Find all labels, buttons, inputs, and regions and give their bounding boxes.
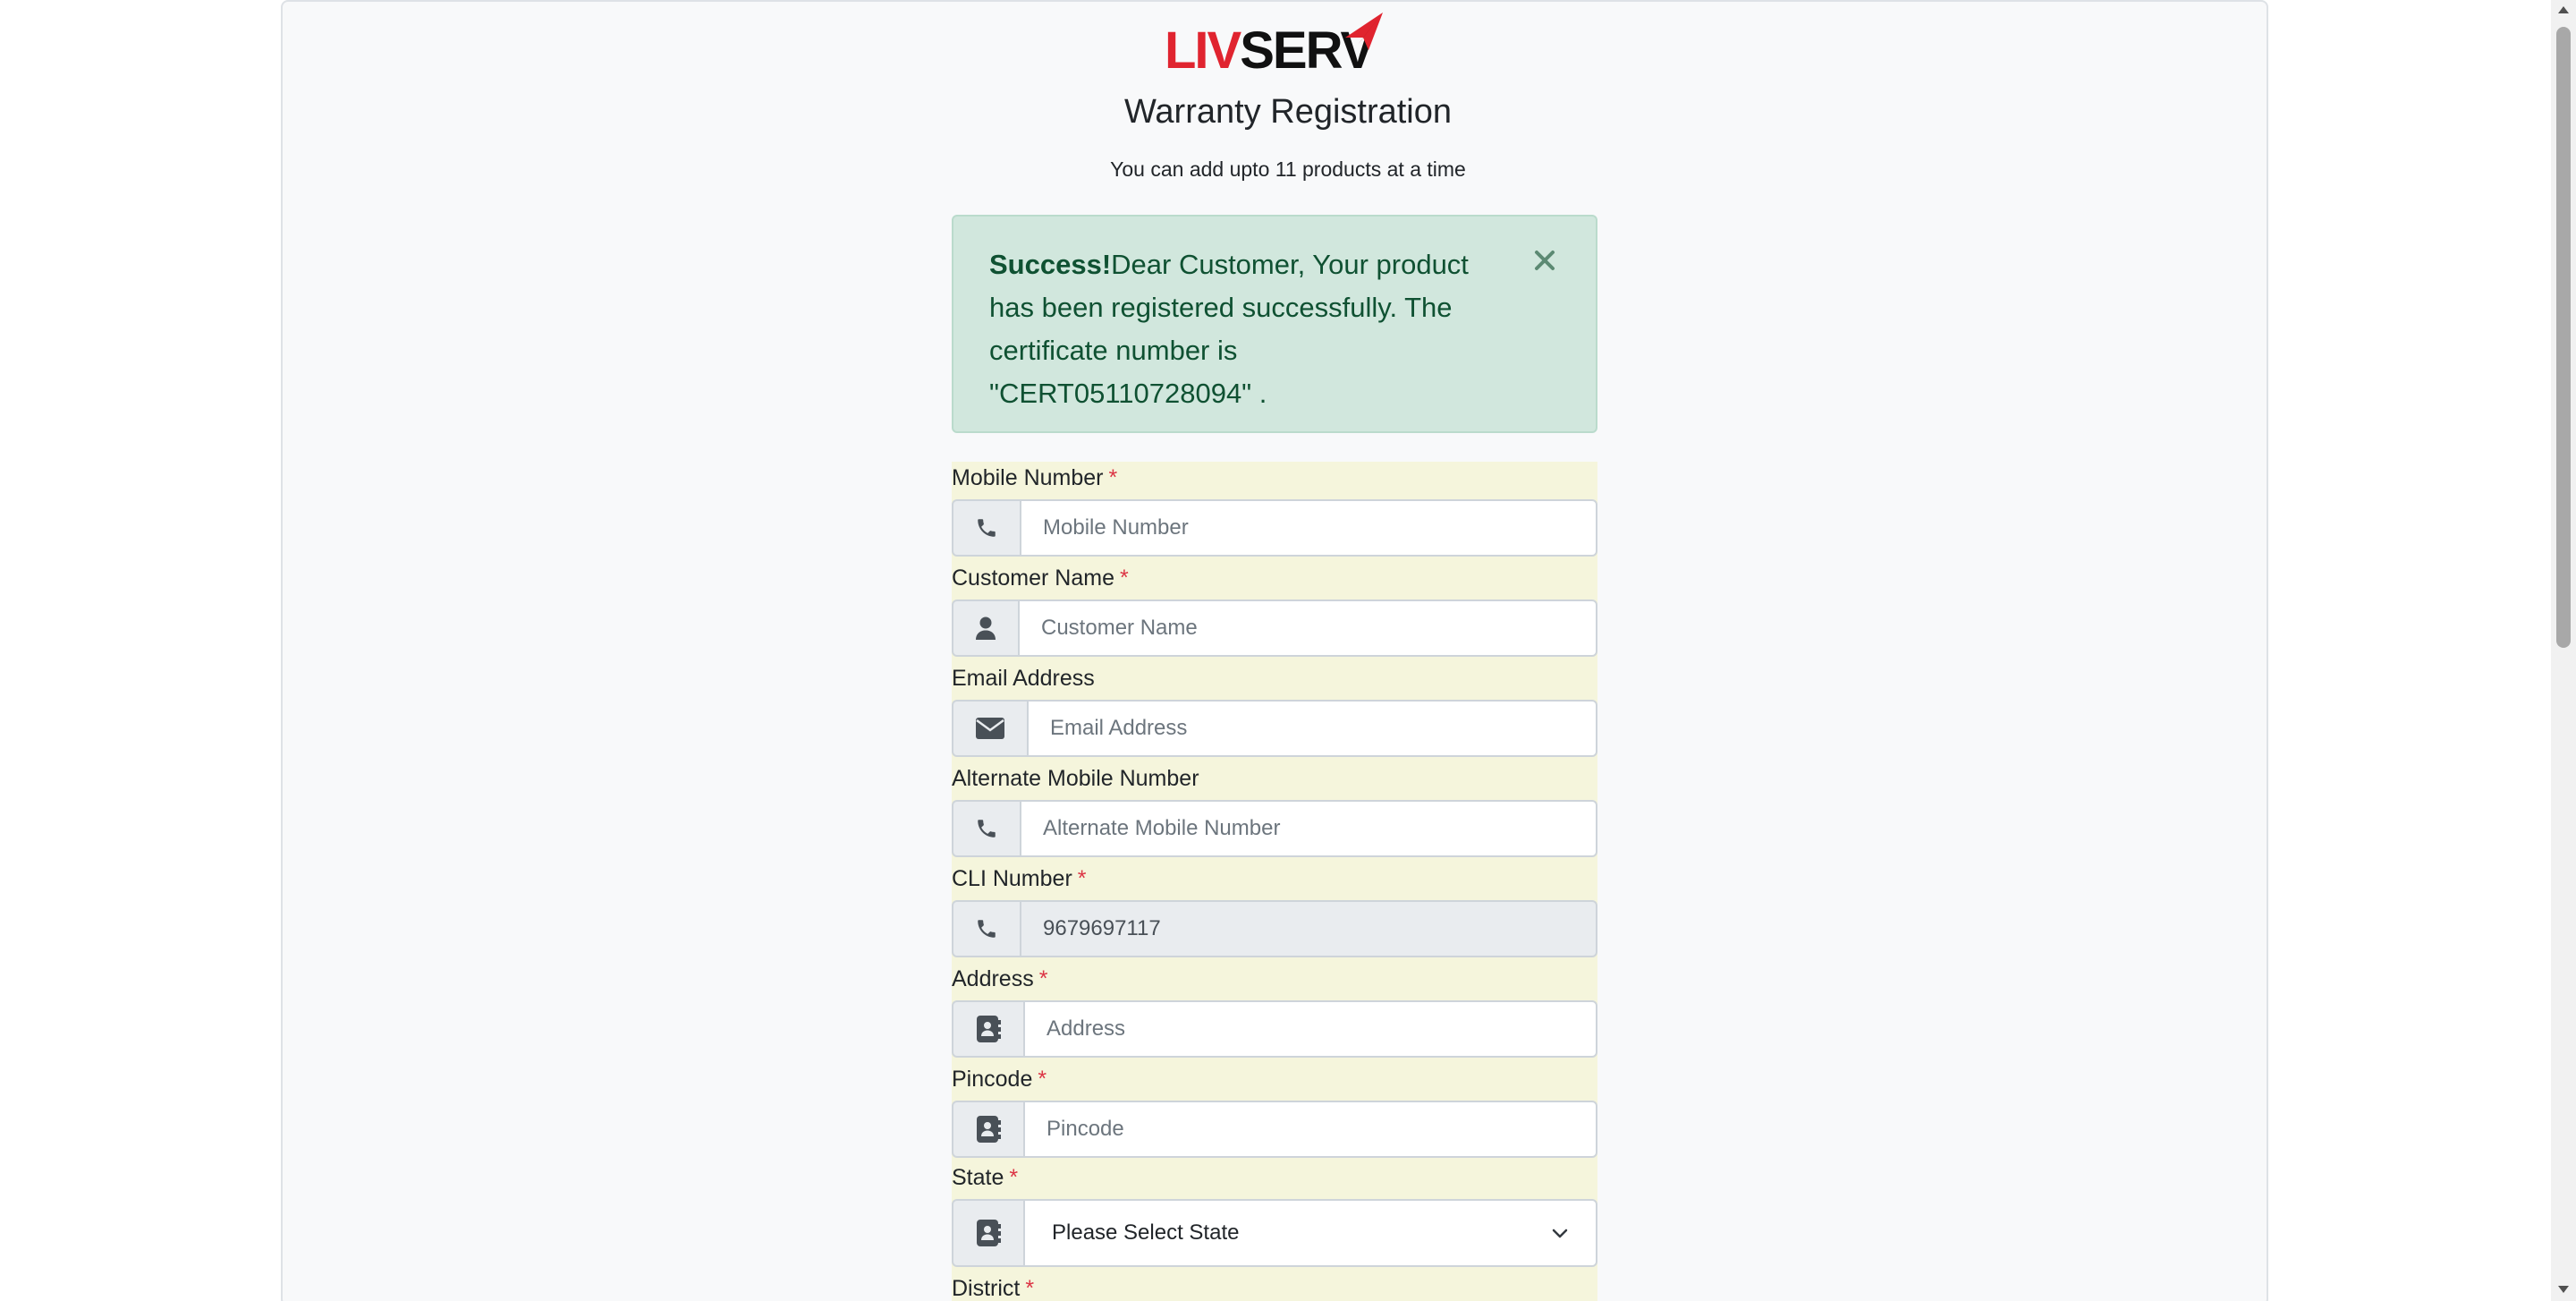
address-group: Address * Address: [952, 966, 1597, 1067]
user-icon: [952, 599, 1018, 657]
state-selected-value: Please Select State: [1052, 1220, 1240, 1245]
alternate-mobile-input[interactable]: Alternate Mobile Number: [1020, 800, 1597, 857]
page: LIVSERV Warranty Registration You can ad…: [0, 0, 2576, 1301]
customer-name-input-group: Customer Name: [952, 599, 1597, 657]
state-input-group: Please Select State: [952, 1199, 1597, 1267]
customer-name-group: Customer Name * Customer Name: [952, 565, 1597, 666]
paper-plane-icon: [1345, 13, 1383, 50]
page-subtitle: You can add upto 11 products at a time: [1110, 157, 1466, 181]
address-input[interactable]: Address: [1023, 1000, 1597, 1058]
mobile-input-group: Mobile Number: [952, 499, 1597, 557]
alt-mobile-group: Alternate Mobile Number Alternate Mobile…: [952, 766, 1597, 866]
envelope-icon: [952, 700, 1027, 757]
pincode-input[interactable]: Pincode: [1023, 1101, 1597, 1158]
cli-group: CLI Number * 9679697117: [952, 866, 1597, 966]
mobile-label: Mobile Number *: [952, 465, 1117, 491]
mobile-number-input[interactable]: Mobile Number: [1020, 499, 1597, 557]
state-label: State *: [952, 1165, 1018, 1191]
alt-mobile-label-text: Alternate Mobile Number: [952, 766, 1199, 791]
email-group: Email Address Email Address: [952, 666, 1597, 766]
cli-label: CLI Number *: [952, 866, 1087, 892]
scroll-up-arrow-icon[interactable]: [2557, 5, 2570, 14]
alt-mobile-input-group: Alternate Mobile Number: [952, 800, 1597, 857]
cli-number-input: 9679697117: [1020, 900, 1597, 957]
state-select[interactable]: Please Select State: [1023, 1199, 1597, 1267]
customer-name-label: Customer Name *: [952, 565, 1129, 591]
address-input-group: Address: [952, 1000, 1597, 1058]
customer-name-label-text: Customer Name: [952, 565, 1114, 591]
cli-label-text: CLI Number: [952, 866, 1072, 891]
district-label: District *: [952, 1276, 1034, 1301]
scroll-down-arrow-icon[interactable]: [2557, 1285, 2570, 1294]
required-marker: *: [1009, 1165, 1019, 1190]
email-input-group: Email Address: [952, 700, 1597, 757]
required-marker: *: [1038, 966, 1048, 991]
required-marker: *: [1120, 565, 1129, 591]
required-marker: *: [1038, 1067, 1047, 1092]
mobile-group: Mobile Number * Mobile Number: [952, 465, 1597, 565]
required-marker: *: [1108, 465, 1118, 490]
chevron-down-icon: [1552, 1229, 1568, 1238]
district-group: District *: [952, 1276, 1597, 1301]
pincode-label: Pincode *: [952, 1067, 1046, 1093]
customer-name-input[interactable]: Customer Name: [1018, 599, 1597, 657]
page-title: Warranty Registration: [1123, 93, 1453, 131]
mobile-label-text: Mobile Number: [952, 465, 1104, 490]
address-book-icon: [952, 1000, 1023, 1058]
state-group: State * Please Select State: [952, 1165, 1597, 1281]
alert-strong: Success!: [989, 249, 1112, 280]
alt-mobile-label: Alternate Mobile Number: [952, 766, 1199, 792]
email-label: Email Address: [952, 666, 1095, 692]
success-alert: Success!Dear Customer, Your product has …: [952, 215, 1597, 433]
logo-liv: LIV: [1165, 21, 1241, 80]
state-label-text: State: [952, 1165, 1004, 1190]
address-book-icon: [952, 1199, 1023, 1267]
scroll-thumb[interactable]: [2556, 27, 2571, 648]
email-label-text: Email Address: [952, 666, 1095, 691]
phone-icon: [952, 900, 1020, 957]
district-label-text: District: [952, 1276, 1021, 1301]
phone-icon: [952, 499, 1020, 557]
phone-icon: [952, 800, 1020, 857]
pincode-group: Pincode * Pincode: [952, 1067, 1597, 1167]
registration-form: Mobile Number * Mobile Number Customer Na…: [952, 462, 1597, 1301]
address-book-icon: [952, 1101, 1023, 1158]
pincode-input-group: Pincode: [952, 1101, 1597, 1158]
close-alert-button[interactable]: [1531, 247, 1558, 274]
address-label-text: Address: [952, 966, 1034, 991]
vertical-scrollbar[interactable]: [2551, 0, 2576, 1301]
address-label: Address *: [952, 966, 1047, 992]
required-marker: *: [1025, 1276, 1035, 1301]
email-address-input[interactable]: Email Address: [1027, 700, 1597, 757]
required-marker: *: [1077, 866, 1087, 891]
cli-input-group: 9679697117: [952, 900, 1597, 957]
pincode-label-text: Pincode: [952, 1067, 1033, 1092]
livserv-logo: LIVSERV: [1165, 11, 1388, 77]
